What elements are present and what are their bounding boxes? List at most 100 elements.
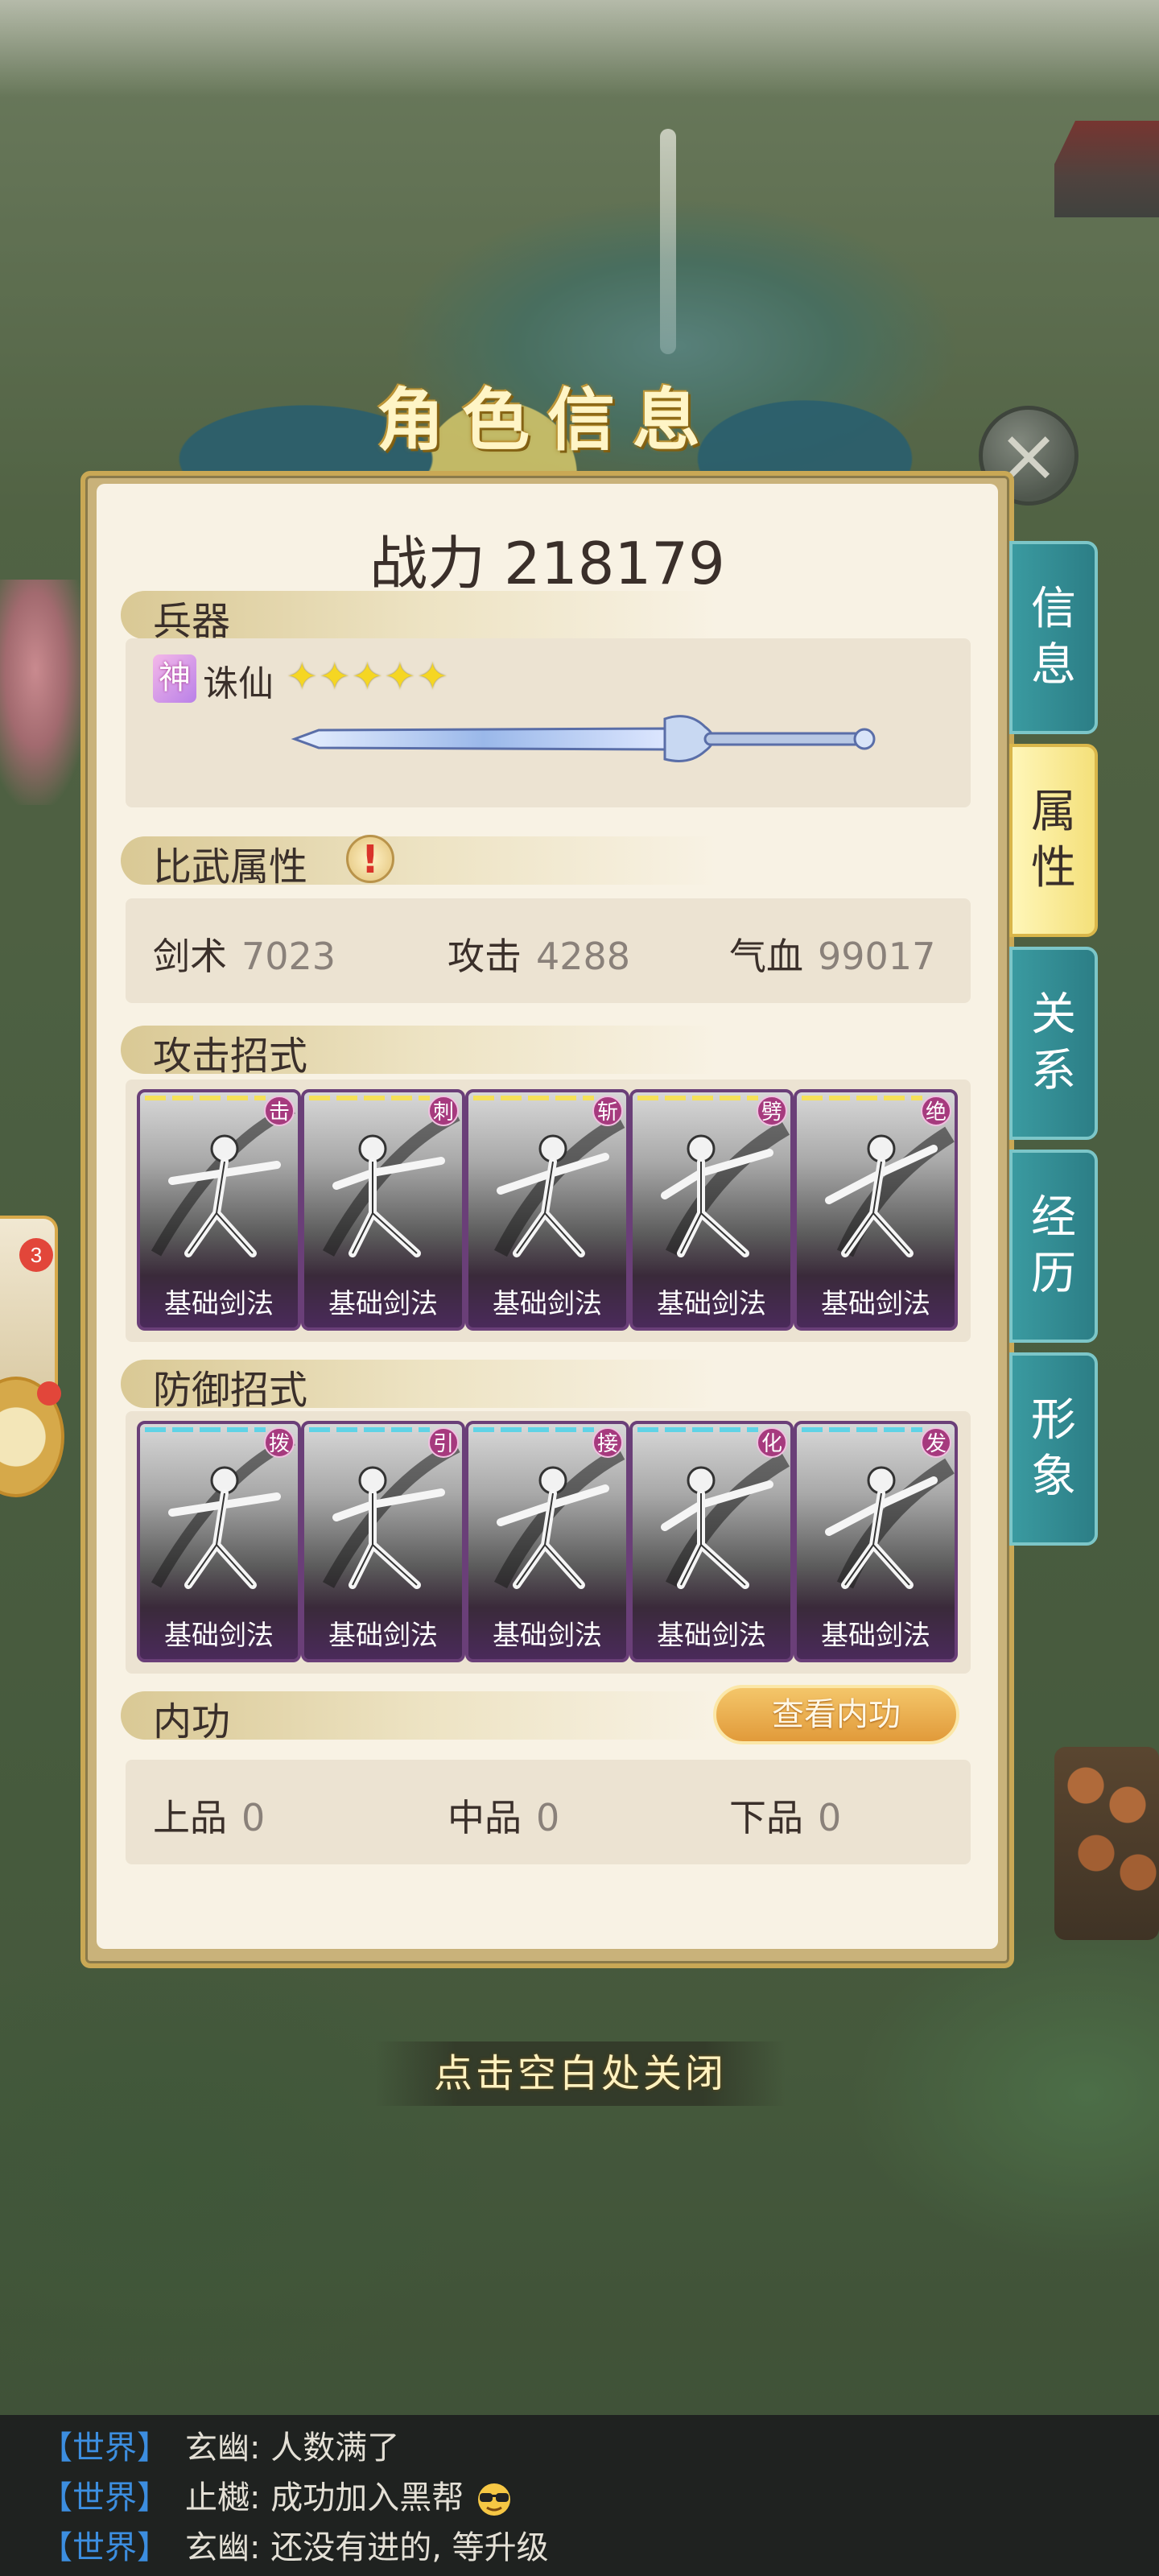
village-building — [1054, 121, 1159, 217]
view-neigong-button[interactable]: 查看内功 — [713, 1685, 959, 1744]
divine-grade-badge: 神 — [153, 654, 196, 703]
attack-section-header: 攻击招式 — [121, 1019, 974, 1079]
tab-relations[interactable]: 关 系 — [1009, 947, 1098, 1140]
stat-value: 7023 — [241, 935, 336, 978]
dialog-title-banner: 角色信息 — [80, 330, 1014, 491]
stat-hp: 气血 99017 — [729, 927, 935, 980]
tab-char: 经 — [1031, 1191, 1076, 1244]
skill-type-badge: 斩 — [592, 1096, 623, 1126]
tab-history[interactable]: 经 历 — [1009, 1150, 1098, 1343]
waterfall — [660, 129, 676, 354]
tab-char: 性 — [1031, 842, 1076, 894]
sword-icon — [291, 715, 876, 762]
section-label: 兵器 — [153, 599, 231, 644]
defense-section-header: 防御招式 — [121, 1353, 974, 1413]
skill-level-bar — [309, 1427, 430, 1432]
tab-attributes[interactable]: 属 性 — [1009, 744, 1098, 937]
attack-skills-row: 击基础剑法刺基础剑法斩基础剑法劈基础剑法绝基础剑法 — [137, 1089, 958, 1331]
grade-low: 下品 0 — [729, 1789, 841, 1842]
skill-name: 基础剑法 — [657, 1288, 766, 1320]
tab-char: 系 — [1031, 1045, 1076, 1097]
grade-value: 0 — [241, 1796, 266, 1839]
cherry-tree — [0, 580, 89, 805]
grade-mid: 中品 0 — [448, 1789, 559, 1842]
skill-level-bar — [145, 1427, 266, 1432]
skill-type-badge: 刺 — [428, 1096, 459, 1126]
skill-name: 基础剑法 — [164, 1620, 274, 1652]
skill-name: 基础剑法 — [493, 1620, 602, 1652]
skill-card[interactable]: 拨基础剑法 — [137, 1421, 301, 1662]
skill-type-badge: 拨 — [264, 1427, 295, 1458]
skill-name: 基础剑法 — [328, 1620, 438, 1652]
tab-appearance[interactable]: 形 象 — [1009, 1352, 1098, 1546]
chat-message: 玄幽: 人数满了 — [185, 2429, 400, 2467]
skill-level-bar — [473, 1427, 594, 1432]
chat-channel: 【世界】 — [40, 2529, 169, 2566]
skill-level-bar — [473, 1096, 594, 1100]
skill-type-badge: 化 — [757, 1427, 787, 1458]
skill-card[interactable]: 引基础剑法 — [301, 1421, 465, 1662]
stat-label: 剑术 — [153, 935, 227, 978]
skill-level-bar — [802, 1096, 922, 1100]
skill-card[interactable]: 接基础剑法 — [465, 1421, 629, 1662]
stat-value: 99017 — [818, 935, 936, 978]
attributes-box: 剑术 7023 攻击 4288 气血 99017 — [126, 898, 971, 1003]
star-rating-icon: ✦✦✦✦✦ — [287, 654, 450, 698]
skill-level-bar — [637, 1427, 758, 1432]
chat-line[interactable]: 【世界】 玄幽: 还没有进的, 等升级 — [40, 2521, 549, 2570]
chat-message: 玄幽: 还没有进的, 等升级 — [185, 2529, 549, 2566]
skill-card[interactable]: 化基础剑法 — [629, 1421, 794, 1662]
chat-message: 止樾: 成功加入黑帮 — [185, 2479, 464, 2516]
tab-info[interactable]: 信 息 — [1009, 541, 1098, 734]
skill-card[interactable]: 击基础剑法 — [137, 1089, 301, 1331]
skill-type-badge: 引 — [428, 1427, 459, 1458]
section-label: 防御招式 — [153, 1368, 308, 1413]
tab-char: 息 — [1031, 639, 1076, 691]
defense-skills-row: 拨基础剑法引基础剑法接基础剑法化基础剑法发基础剑法 — [137, 1421, 958, 1662]
grade-value: 0 — [536, 1796, 560, 1839]
attributes-section-header: 比武属性 — [121, 830, 974, 890]
skill-card[interactable]: 绝基础剑法 — [794, 1089, 958, 1331]
skill-card[interactable]: 斩基础剑法 — [465, 1089, 629, 1331]
skill-name: 基础剑法 — [821, 1288, 930, 1320]
tap-blank-to-close-hint[interactable]: 点击空白处关闭 — [375, 2041, 786, 2106]
skill-level-bar — [637, 1096, 758, 1100]
grade-label: 中品 — [448, 1796, 522, 1839]
dialog-title: 角色信息 — [376, 380, 718, 460]
skill-card[interactable]: 发基础剑法 — [794, 1421, 958, 1662]
section-label: 比武属性 — [153, 844, 308, 890]
skill-level-bar — [145, 1096, 266, 1100]
tab-char: 信 — [1031, 583, 1076, 635]
skill-card[interactable]: 劈基础剑法 — [629, 1089, 794, 1331]
skill-name: 基础剑法 — [821, 1620, 930, 1652]
skill-type-badge: 绝 — [921, 1096, 951, 1126]
skill-type-badge: 劈 — [757, 1096, 787, 1126]
skill-name: 基础剑法 — [164, 1288, 274, 1320]
skill-name: 基础剑法 — [493, 1288, 602, 1320]
skill-level-bar — [309, 1096, 430, 1100]
weapon-box[interactable]: 神 诛仙 ✦✦✦✦✦ — [126, 638, 971, 807]
stat-label: 气血 — [729, 935, 803, 978]
world-chat-panel[interactable]: 【世界】 玄幽: 人数满了 【世界】 止樾: 成功加入黑帮 【世界】 玄幽: 还没有进… — [0, 2415, 1159, 2576]
tab-char: 属 — [1031, 786, 1076, 838]
skill-card[interactable]: 刺基础剑法 — [301, 1089, 465, 1331]
neigong-box: 上品 0 中品 0 下品 0 — [126, 1760, 971, 1864]
chat-line[interactable]: 【世界】 玄幽: 人数满了 — [40, 2421, 399, 2470]
skill-name: 基础剑法 — [328, 1288, 438, 1320]
chat-channel: 【世界】 — [40, 2479, 169, 2516]
stat-sword-skill: 剑术 7023 — [153, 927, 336, 980]
weapon-section-header: 兵器 — [121, 584, 974, 644]
skill-type-badge: 击 — [264, 1096, 295, 1126]
npc-notification-badge: 3 — [19, 1238, 53, 1272]
section-label: 内功 — [153, 1699, 231, 1744]
alert-icon[interactable]: ! — [346, 835, 394, 883]
skill-name: 基础剑法 — [657, 1620, 766, 1652]
sunglasses-emoji-icon — [477, 2483, 510, 2516]
section-label: 攻击招式 — [153, 1034, 308, 1079]
skill-type-badge: 发 — [921, 1427, 951, 1458]
stat-value: 4288 — [536, 935, 631, 978]
tab-char: 形 — [1031, 1394, 1076, 1447]
chat-line[interactable]: 【世界】 止樾: 成功加入黑帮 — [40, 2471, 514, 2520]
tab-char: 关 — [1031, 989, 1076, 1041]
grade-label: 上品 — [153, 1796, 227, 1839]
